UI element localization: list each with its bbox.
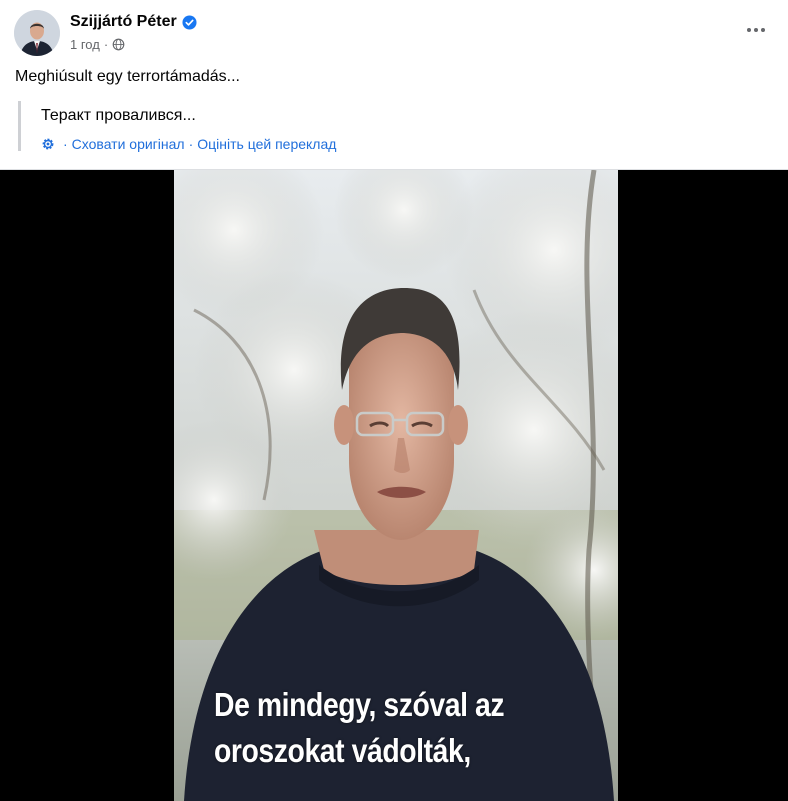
video-frame: De mindegy, szóval az oroszokat vádolták… (174, 170, 618, 801)
author-name[interactable]: Szijjártó Péter (70, 13, 197, 31)
caption-line-1: De mindegy, szóval az (214, 686, 505, 723)
caption-line-2: oroszokat vádolták, (214, 732, 471, 769)
facebook-post: Szijjártó Péter 1 год · Meghiúsult egy t… (0, 0, 788, 801)
more-options-icon[interactable] (744, 18, 768, 42)
globe-icon[interactable] (112, 38, 125, 51)
meta-separator: · (103, 37, 109, 52)
author-avatar[interactable] (14, 10, 60, 56)
translated-text: Теракт провалився... (41, 107, 196, 124)
rate-translation-link[interactable]: Оцініть цей переклад (197, 136, 336, 152)
translation-block: Теракт провалився... · Сховати оригінал … (18, 101, 336, 152)
video-caption: De mindegy, szóval az oroszokat vádolták… (214, 682, 541, 774)
verified-badge-icon (182, 14, 197, 30)
post-text: Meghiúsult egy terrortámadás... (15, 68, 240, 85)
video-player[interactable]: De mindegy, szóval az oroszokat vádolták… (0, 169, 788, 801)
author-name-text[interactable]: Szijjártó Péter (70, 13, 177, 31)
post-meta: 1 год · (70, 37, 125, 52)
translation-separator-2: · (188, 136, 194, 152)
translation-actions: · Сховати оригінал · Оцініть цей перекла… (41, 136, 336, 152)
translation-separator-1: · (63, 136, 68, 152)
hide-original-link[interactable]: Сховати оригінал (72, 136, 185, 152)
post-header: Szijjártó Péter 1 год · (0, 0, 788, 66)
gear-icon (42, 138, 54, 150)
post-timestamp[interactable]: 1 год (70, 37, 100, 52)
